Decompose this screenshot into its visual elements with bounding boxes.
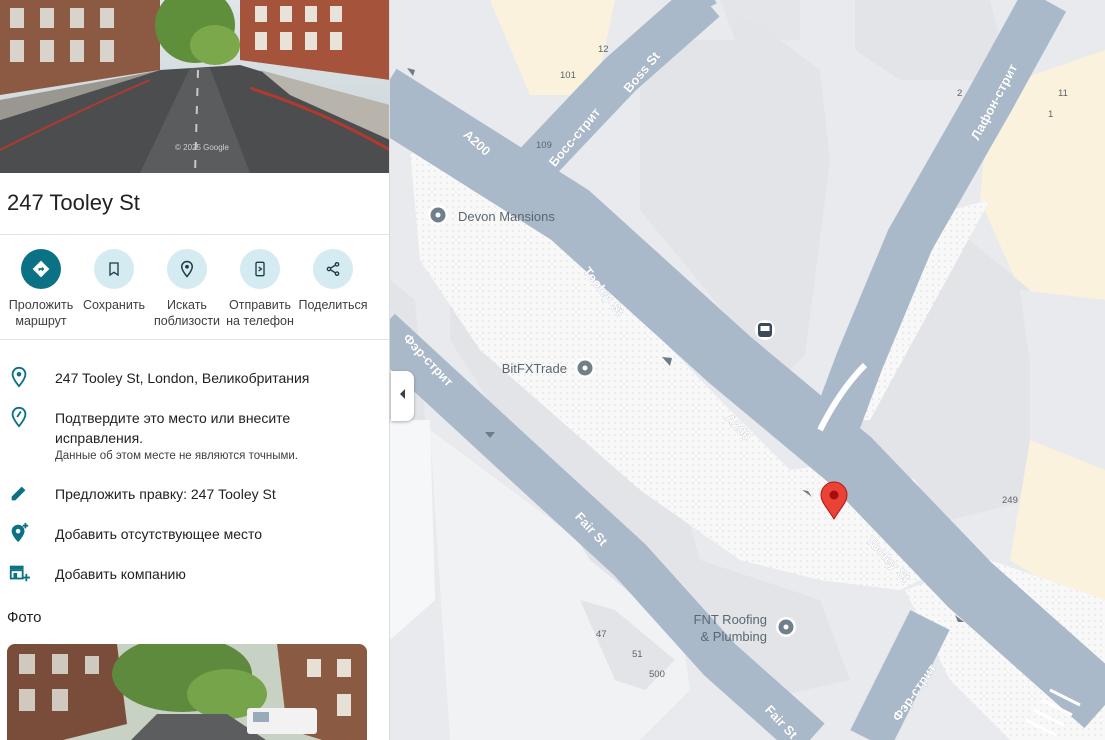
divider xyxy=(0,339,389,340)
send-to-phone-button[interactable]: Отправить на телефон xyxy=(224,249,296,329)
location-pin-icon xyxy=(8,366,30,388)
action-label: Поделиться xyxy=(298,298,368,312)
building-number: 2 xyxy=(957,88,962,99)
suggest-edit-row[interactable]: Предложить правку: 247 Tooley St xyxy=(0,482,389,504)
action-label: Искать xyxy=(167,298,207,312)
building-number: 101 xyxy=(560,70,576,81)
share-icon xyxy=(313,249,353,289)
divider xyxy=(0,234,389,235)
nearby-button[interactable]: Искать поблизости xyxy=(151,249,223,329)
confirm-line: Подтвердите это место или внесите xyxy=(55,410,291,426)
share-button[interactable]: Поделиться xyxy=(297,249,369,313)
poi-label: Devon Mansions xyxy=(458,209,555,224)
send-to-phone-icon xyxy=(240,249,280,289)
building-number: 51 xyxy=(632,649,643,660)
chevron-left-icon xyxy=(398,387,408,405)
confirm-place-row[interactable]: Подтвердите это место или внесите исправ… xyxy=(0,406,389,464)
action-label: Проложить xyxy=(8,298,74,312)
photos-heading: Фото xyxy=(7,609,42,626)
address-text: 247 Tooley St, London, Великобритания xyxy=(55,370,310,386)
map-canvas[interactable]: A200 Tooley St A200 Tooley St Boss St Бо… xyxy=(390,0,1105,740)
collapse-panel-button[interactable] xyxy=(391,371,414,421)
poi-bitfxtrade[interactable]: BitFXTrade xyxy=(502,358,595,378)
pencil-icon xyxy=(8,482,30,504)
add-location-icon xyxy=(8,522,30,544)
add-business-text: Добавить компанию xyxy=(55,566,186,582)
page-title: 247 Tooley St xyxy=(7,190,140,215)
action-label: на телефон xyxy=(226,314,294,328)
place-panel: © 2025 Google 247 Tooley St Проложить ма… xyxy=(0,0,390,740)
building-number: 1 xyxy=(1048,109,1053,120)
building-number: 109 xyxy=(536,140,552,151)
confirm-sub: Данные об этом месте не являются точными… xyxy=(55,450,298,462)
action-label: маршрут xyxy=(15,314,67,328)
action-label: Отправить xyxy=(229,298,291,312)
directions-button[interactable]: Проложить маршрут xyxy=(5,249,77,329)
confirm-place-text: Подтвердите это место или внесите исправ… xyxy=(55,408,298,464)
building-number: 500 xyxy=(649,669,665,680)
suggest-edit-text: Предложить правку: 247 Tooley St xyxy=(55,486,276,502)
edit-location-icon xyxy=(8,406,30,428)
action-label: Сохранить xyxy=(82,298,146,312)
add-missing-place-text: Добавить отсутствующее место xyxy=(55,526,263,542)
poi-label: BitFXTrade xyxy=(502,361,567,376)
street-view-preview[interactable]: © 2025 Google xyxy=(0,0,389,173)
building-number: 47 xyxy=(596,629,607,640)
add-missing-place-row[interactable]: Добавить отсутствующее место xyxy=(0,522,389,544)
photo-thumbnail[interactable] xyxy=(7,644,367,740)
building-number: 12 xyxy=(598,44,609,55)
poi-label: & Plumbing xyxy=(701,629,767,644)
building-number: 249 xyxy=(1002,495,1018,506)
save-button[interactable]: Сохранить xyxy=(78,249,150,313)
confirm-line: исправления. xyxy=(55,430,144,446)
add-business-icon xyxy=(8,562,30,584)
poi-label: FNT Roofing xyxy=(694,612,767,627)
action-label: поблизости xyxy=(153,314,221,328)
directions-icon xyxy=(21,249,61,289)
building-number: 11 xyxy=(1058,88,1068,99)
address-row[interactable]: 247 Tooley St, London, Великобритания xyxy=(0,366,389,388)
add-business-row[interactable]: Добавить компанию xyxy=(0,562,389,584)
street-view-watermark: © 2025 Google xyxy=(175,143,229,152)
bus-stop-icon[interactable] xyxy=(755,320,775,340)
nearby-icon xyxy=(167,249,207,289)
bookmark-icon xyxy=(94,249,134,289)
